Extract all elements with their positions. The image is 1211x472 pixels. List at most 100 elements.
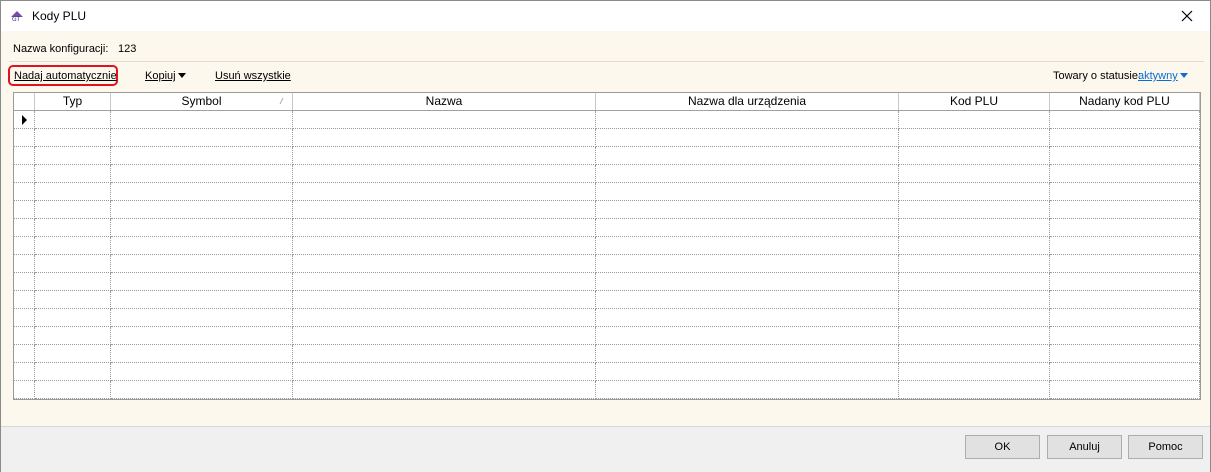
table-cell[interactable]: [1050, 381, 1200, 399]
table-cell[interactable]: [1050, 129, 1200, 147]
column-header[interactable]: Typ: [35, 93, 111, 110]
table-cell[interactable]: [899, 129, 1050, 147]
table-cell[interactable]: [596, 327, 899, 345]
column-header[interactable]: Symbol: [111, 93, 293, 110]
table-cell[interactable]: [35, 291, 111, 309]
table-row[interactable]: [14, 237, 1200, 255]
table-row[interactable]: [14, 381, 1200, 399]
table-cell[interactable]: [293, 309, 596, 327]
table-cell[interactable]: [35, 183, 111, 201]
table-cell[interactable]: [293, 363, 596, 381]
table-cell[interactable]: [293, 183, 596, 201]
table-cell[interactable]: [596, 363, 899, 381]
copy-dropdown[interactable]: Kopiuj: [145, 70, 186, 82]
table-cell[interactable]: [899, 345, 1050, 363]
table-cell[interactable]: [596, 309, 899, 327]
table-cell[interactable]: [293, 255, 596, 273]
ok-button[interactable]: OK: [965, 435, 1040, 459]
assign-auto-link[interactable]: Nadaj automatycznie: [14, 70, 117, 82]
table-cell[interactable]: [899, 381, 1050, 399]
table-cell[interactable]: [899, 309, 1050, 327]
table-cell[interactable]: [111, 183, 293, 201]
table-cell[interactable]: [35, 201, 111, 219]
table-cell[interactable]: [111, 111, 293, 129]
table-cell[interactable]: [596, 219, 899, 237]
table-cell[interactable]: [899, 237, 1050, 255]
table-row[interactable]: [14, 201, 1200, 219]
table-cell[interactable]: [1050, 309, 1200, 327]
table-cell[interactable]: [111, 291, 293, 309]
table-cell[interactable]: [293, 237, 596, 255]
table-cell[interactable]: [293, 291, 596, 309]
table-cell[interactable]: [111, 381, 293, 399]
table-cell[interactable]: [899, 165, 1050, 183]
table-cell[interactable]: [1050, 345, 1200, 363]
column-header[interactable]: Nazwa dla urządzenia: [596, 93, 899, 110]
table-row[interactable]: [14, 183, 1200, 201]
table-cell[interactable]: [899, 291, 1050, 309]
table-cell[interactable]: [1050, 147, 1200, 165]
table-cell[interactable]: [111, 309, 293, 327]
table-cell[interactable]: [35, 363, 111, 381]
table-cell[interactable]: [35, 381, 111, 399]
table-cell[interactable]: [35, 237, 111, 255]
table-row[interactable]: [14, 255, 1200, 273]
table-cell[interactable]: [596, 183, 899, 201]
table-row[interactable]: [14, 345, 1200, 363]
table-cell[interactable]: [899, 273, 1050, 291]
table-cell[interactable]: [111, 237, 293, 255]
table-cell[interactable]: [596, 129, 899, 147]
table-cell[interactable]: [111, 165, 293, 183]
table-cell[interactable]: [293, 165, 596, 183]
table-cell[interactable]: [596, 255, 899, 273]
table-cell[interactable]: [1050, 327, 1200, 345]
table-cell[interactable]: [35, 327, 111, 345]
table-cell[interactable]: [111, 201, 293, 219]
table-cell[interactable]: [111, 327, 293, 345]
table-row[interactable]: [14, 111, 1200, 129]
table-row[interactable]: [14, 273, 1200, 291]
table-cell[interactable]: [35, 165, 111, 183]
table-cell[interactable]: [35, 309, 111, 327]
table-cell[interactable]: [35, 129, 111, 147]
table-cell[interactable]: [1050, 183, 1200, 201]
table-cell[interactable]: [1050, 291, 1200, 309]
table-cell[interactable]: [596, 381, 899, 399]
table-cell[interactable]: [293, 111, 596, 129]
close-button[interactable]: [1164, 1, 1210, 31]
table-cell[interactable]: [293, 345, 596, 363]
table-cell[interactable]: [899, 111, 1050, 129]
table-cell[interactable]: [596, 291, 899, 309]
table-cell[interactable]: [293, 381, 596, 399]
table-cell[interactable]: [899, 147, 1050, 165]
table-cell[interactable]: [899, 363, 1050, 381]
table-cell[interactable]: [1050, 363, 1200, 381]
help-button[interactable]: Pomoc: [1128, 435, 1203, 459]
table-cell[interactable]: [293, 273, 596, 291]
table-cell[interactable]: [899, 201, 1050, 219]
table-cell[interactable]: [1050, 255, 1200, 273]
table-cell[interactable]: [1050, 111, 1200, 129]
table-row[interactable]: [14, 219, 1200, 237]
table-cell[interactable]: [596, 147, 899, 165]
table-cell[interactable]: [111, 363, 293, 381]
table-cell[interactable]: [35, 111, 111, 129]
cancel-button[interactable]: Anuluj: [1047, 435, 1122, 459]
table-cell[interactable]: [293, 327, 596, 345]
table-cell[interactable]: [1050, 165, 1200, 183]
plu-grid[interactable]: Typ Symbol Nazwa Nazwa dla urządzenia Kod PL…: [13, 92, 1201, 400]
table-row[interactable]: [14, 147, 1200, 165]
table-cell[interactable]: [111, 147, 293, 165]
table-cell[interactable]: [596, 345, 899, 363]
table-cell[interactable]: [111, 255, 293, 273]
column-header[interactable]: Nazwa: [293, 93, 596, 110]
table-row[interactable]: [14, 291, 1200, 309]
table-cell[interactable]: [899, 255, 1050, 273]
table-cell[interactable]: [35, 219, 111, 237]
remove-all-link[interactable]: Usuń wszystkie: [215, 70, 291, 82]
status-filter-dropdown[interactable]: aktywny: [1138, 70, 1188, 82]
table-cell[interactable]: [293, 147, 596, 165]
table-cell[interactable]: [899, 219, 1050, 237]
table-cell[interactable]: [596, 201, 899, 219]
table-row[interactable]: [14, 309, 1200, 327]
